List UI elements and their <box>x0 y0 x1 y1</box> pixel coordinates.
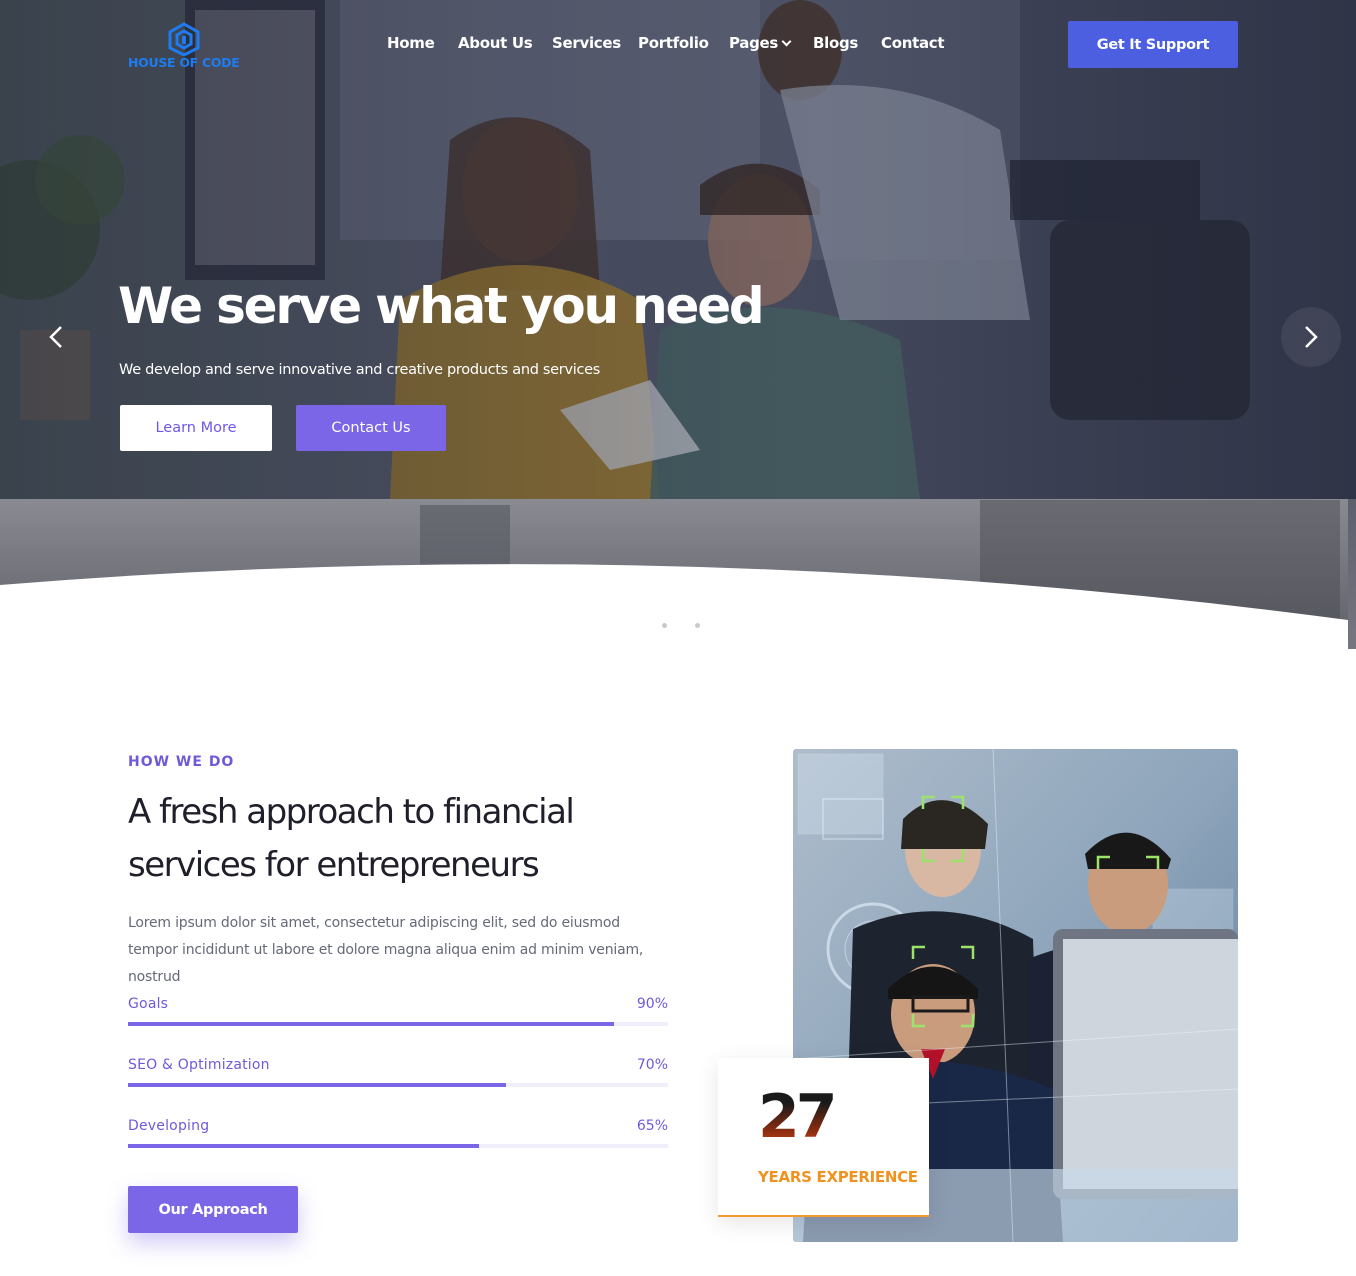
slider-dot-3[interactable] <box>695 623 700 628</box>
progress-seo-optimization: SEO & Optimization 70% <box>128 1057 668 1097</box>
progress-fill <box>128 1083 506 1087</box>
nav-home[interactable]: Home <box>387 34 435 52</box>
slider-next-button[interactable] <box>1281 307 1341 367</box>
logo-text: HOUSE OF CODE <box>128 55 240 70</box>
chevron-left-icon <box>49 326 62 348</box>
hero-title: We serve what you need <box>118 277 765 335</box>
nav-contact[interactable]: Contact <box>881 34 945 52</box>
learn-more-button[interactable]: Learn More <box>120 405 272 451</box>
section-eyebrow: HOW WE DO <box>128 754 235 770</box>
progress-value: 70% <box>636 1057 668 1073</box>
nav-portfolio[interactable]: Portfolio <box>638 34 709 52</box>
progress-value: 65% <box>636 1118 668 1134</box>
hero-subtitle: We develop and serve innovative and crea… <box>119 362 601 378</box>
slider-prev-button[interactable] <box>37 318 75 356</box>
progress-label: Goals <box>128 996 169 1012</box>
progress-track <box>128 1022 668 1026</box>
progress-fill <box>128 1144 479 1148</box>
experience-number: 27 <box>758 1082 837 1152</box>
contact-us-button[interactable]: Contact Us <box>296 405 446 451</box>
nav-about-us[interactable]: About Us <box>458 34 533 52</box>
hero-bottom-curve <box>0 564 1348 649</box>
our-approach-button[interactable]: Our Approach <box>128 1186 298 1233</box>
chevron-down-icon <box>781 36 792 47</box>
nav-blogs[interactable]: Blogs <box>813 34 858 52</box>
progress-track <box>128 1083 668 1087</box>
section-description: Lorem ipsum dolor sit amet, consectetur … <box>128 915 644 985</box>
chevron-right-icon <box>1305 326 1318 348</box>
nav-pages[interactable]: Pages <box>729 34 792 52</box>
slider-dot-2[interactable] <box>677 621 685 629</box>
hero-slider: HOUSE OF CODE Home About Us Services Por… <box>0 0 1356 649</box>
progress-label: SEO & Optimization <box>128 1057 270 1073</box>
experience-card: 27 YEARS EXPERIENCE <box>718 1058 929 1217</box>
progress-value: 90% <box>636 996 668 1012</box>
progress-goals: Goals 90% <box>128 996 668 1036</box>
progress-track <box>128 1144 668 1148</box>
get-it-support-button[interactable]: Get It Support <box>1068 21 1238 68</box>
logo[interactable]: HOUSE OF CODE <box>128 22 248 72</box>
nav-pages-label: Pages <box>729 34 779 52</box>
progress-fill <box>128 1022 614 1026</box>
section-title: A fresh approach to financial services f… <box>128 792 575 885</box>
progress-label: Developing <box>128 1118 210 1134</box>
nav-services[interactable]: Services <box>552 34 621 52</box>
progress-developing: Developing 65% <box>128 1118 668 1158</box>
slider-dot-1[interactable] <box>662 623 667 628</box>
logo-icon <box>168 22 200 56</box>
experience-label: YEARS EXPERIENCE <box>758 1168 918 1186</box>
